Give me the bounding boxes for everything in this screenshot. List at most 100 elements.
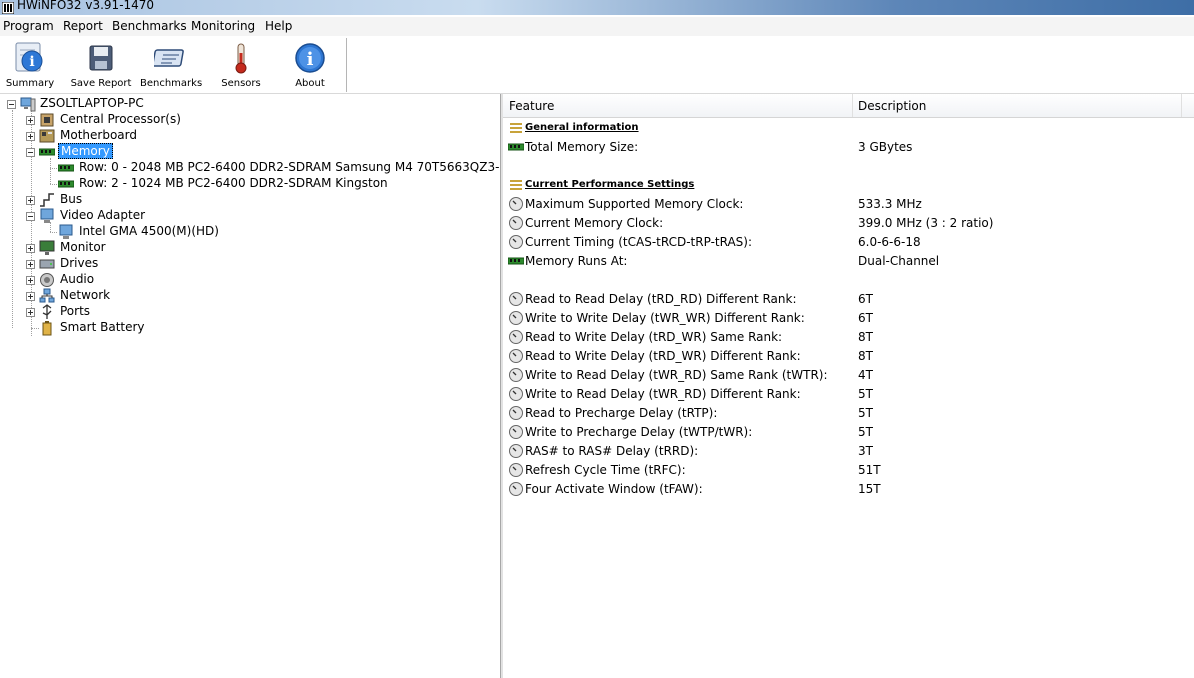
expand-toggle[interactable] xyxy=(26,292,35,301)
table-row[interactable]: Refresh Cycle Time (tRFC): 51T xyxy=(503,461,1194,480)
benchmarks-label: Benchmarks xyxy=(140,78,203,89)
tree-item-smart-battery[interactable]: Smart Battery xyxy=(0,320,500,336)
feature-cell: Write to Precharge Delay (tWTP/tWR): xyxy=(525,425,753,439)
tree-item-label: Audio xyxy=(60,272,95,286)
summary-icon: i xyxy=(15,42,43,72)
tree-item-label: Motherboard xyxy=(60,128,137,142)
table-row[interactable]: Write to Read Delay (tWR_RD) Different R… xyxy=(503,385,1194,404)
column-header-description[interactable]: Description xyxy=(858,99,926,113)
tree-item-audio[interactable]: Audio xyxy=(0,272,500,288)
menu-program[interactable]: Program xyxy=(2,19,55,33)
tree-item-motherboard[interactable]: Motherboard xyxy=(0,128,500,144)
expand-toggle[interactable] xyxy=(26,132,35,141)
tree-item-video-adapter[interactable]: Video Adapter xyxy=(0,208,500,224)
battery-icon xyxy=(42,321,52,336)
svg-text:i: i xyxy=(307,49,314,70)
device-tree[interactable]: ZSOLTLAPTOP-PC Central Processor(s) Moth… xyxy=(0,94,500,678)
tree-subitem-gpu[interactable]: Intel GMA 4500(M)(HD) xyxy=(0,224,500,240)
summary-button[interactable]: i Summary xyxy=(0,37,60,92)
display-adapter-icon xyxy=(59,224,73,239)
menu-report[interactable]: Report xyxy=(62,19,104,33)
description-cell: 8T xyxy=(858,349,873,363)
description-cell: 6T xyxy=(858,311,873,325)
table-row[interactable]: Write to Precharge Delay (tWTP/tWR): 5T xyxy=(503,423,1194,442)
column-header-feature[interactable]: Feature xyxy=(509,99,554,113)
description-cell: 5T xyxy=(858,425,873,439)
clock-icon xyxy=(509,387,523,401)
clock-icon xyxy=(509,425,523,439)
expand-toggle[interactable] xyxy=(26,116,35,125)
table-row[interactable]: Maximum Supported Memory Clock: 533.3 MH… xyxy=(503,195,1194,214)
feature-cell: Refresh Cycle Time (tRFC): xyxy=(525,463,686,477)
section-row-general[interactable]: General information xyxy=(503,119,1194,138)
drives-icon xyxy=(39,259,55,269)
table-row[interactable]: Write to Read Delay (tWR_RD) Same Rank (… xyxy=(503,366,1194,385)
details-list[interactable]: Feature Description General information … xyxy=(503,94,1194,678)
expand-toggle[interactable] xyxy=(26,308,35,317)
menu-monitoring[interactable]: Monitoring xyxy=(190,19,256,33)
table-row[interactable]: Current Timing (tCAS-tRCD-tRP-tRAS): 6.0… xyxy=(503,233,1194,252)
tree-item-bus[interactable]: Bus xyxy=(0,192,500,208)
benchmark-meter-icon xyxy=(154,49,184,67)
floppy-disk-icon xyxy=(89,45,113,71)
clock-icon xyxy=(509,235,523,249)
table-row[interactable]: RAS# to RAS# Delay (tRRD): 3T xyxy=(503,442,1194,461)
table-row[interactable]: Read to Read Delay (tRD_RD) Different Ra… xyxy=(503,290,1194,309)
table-row[interactable]: Four Activate Window (tFAW): 15T xyxy=(503,480,1194,499)
table-row[interactable]: Memory Runs At: Dual-Channel xyxy=(503,252,1194,271)
table-row[interactable]: Read to Write Delay (tRD_WR) Same Rank: … xyxy=(503,328,1194,347)
description-cell: 51T xyxy=(858,463,881,477)
table-row[interactable]: Read to Precharge Delay (tRTP): 5T xyxy=(503,404,1194,423)
expand-toggle[interactable] xyxy=(26,276,35,285)
feature-cell: RAS# to RAS# Delay (tRRD): xyxy=(525,444,699,458)
collapse-toggle[interactable] xyxy=(7,100,16,109)
feature-cell: Total Memory Size: xyxy=(525,140,639,154)
tree-item-label: Bus xyxy=(60,192,83,206)
tree-item-monitor[interactable]: Monitor xyxy=(0,240,500,256)
window-title: HWiNFO32 v3.91-1470 xyxy=(17,0,155,12)
benchmarks-button[interactable]: Benchmarks xyxy=(140,37,202,92)
list-header: Feature Description xyxy=(503,94,1194,118)
tree-item-label: Smart Battery xyxy=(60,320,145,334)
section-title: General information xyxy=(525,122,639,133)
title-bar[interactable]: HWiNFO32 v3.91-1470 xyxy=(0,0,1194,15)
thermometer-icon xyxy=(235,43,247,74)
expand-toggle[interactable] xyxy=(26,260,35,269)
computer-icon xyxy=(20,97,36,112)
tree-item-network[interactable]: Network xyxy=(0,288,500,304)
column-divider[interactable] xyxy=(1181,94,1182,117)
expand-toggle[interactable] xyxy=(26,244,35,253)
section-row-performance[interactable]: Current Performance Settings xyxy=(503,176,1194,195)
clock-icon xyxy=(509,368,523,382)
tree-root[interactable]: ZSOLTLAPTOP-PC xyxy=(0,96,500,112)
column-divider[interactable] xyxy=(852,94,853,117)
tree-item-drives[interactable]: Drives xyxy=(0,256,500,272)
network-icon xyxy=(39,288,55,303)
tree-item-cpu[interactable]: Central Processor(s) xyxy=(0,112,500,128)
bus-icon xyxy=(40,193,54,207)
clock-icon xyxy=(509,216,523,230)
table-row[interactable]: Total Memory Size: 3 GBytes xyxy=(503,138,1194,157)
table-row[interactable]: Read to Write Delay (tRD_WR) Different R… xyxy=(503,347,1194,366)
feature-cell: Current Memory Clock: xyxy=(525,216,664,230)
feature-cell: Read to Read Delay (tRD_RD) Different Ra… xyxy=(525,292,797,306)
tree-item-memory[interactable]: Memory xyxy=(0,143,500,160)
expand-toggle[interactable] xyxy=(26,196,35,205)
tree-subitem-memory-row2[interactable]: Row: 2 - 1024 MB PC2-6400 DDR2-SDRAM Kin… xyxy=(0,176,500,192)
table-row[interactable]: Write to Write Delay (tWR_WR) Different … xyxy=(503,309,1194,328)
tree-subitem-memory-row0[interactable]: Row: 0 - 2048 MB PC2-6400 DDR2-SDRAM Sam… xyxy=(0,160,500,176)
table-row[interactable]: Current Memory Clock: 399.0 MHz (3 : 2 r… xyxy=(503,214,1194,233)
description-cell: 6T xyxy=(858,292,873,306)
feature-cell: Read to Precharge Delay (tRTP): xyxy=(525,406,718,420)
collapse-toggle[interactable] xyxy=(26,212,35,221)
save-report-button[interactable]: Save Report xyxy=(70,37,132,92)
sensors-label: Sensors xyxy=(221,78,261,89)
feature-cell: Four Activate Window (tFAW): xyxy=(525,482,703,496)
tree-item-ports[interactable]: Ports xyxy=(0,304,500,320)
menu-benchmarks[interactable]: Benchmarks xyxy=(111,19,188,33)
about-label: About xyxy=(295,78,325,89)
menu-help[interactable]: Help xyxy=(264,19,293,33)
collapse-toggle[interactable] xyxy=(26,148,35,157)
sensors-button[interactable]: Sensors xyxy=(211,37,271,92)
about-button[interactable]: i About xyxy=(280,37,340,92)
